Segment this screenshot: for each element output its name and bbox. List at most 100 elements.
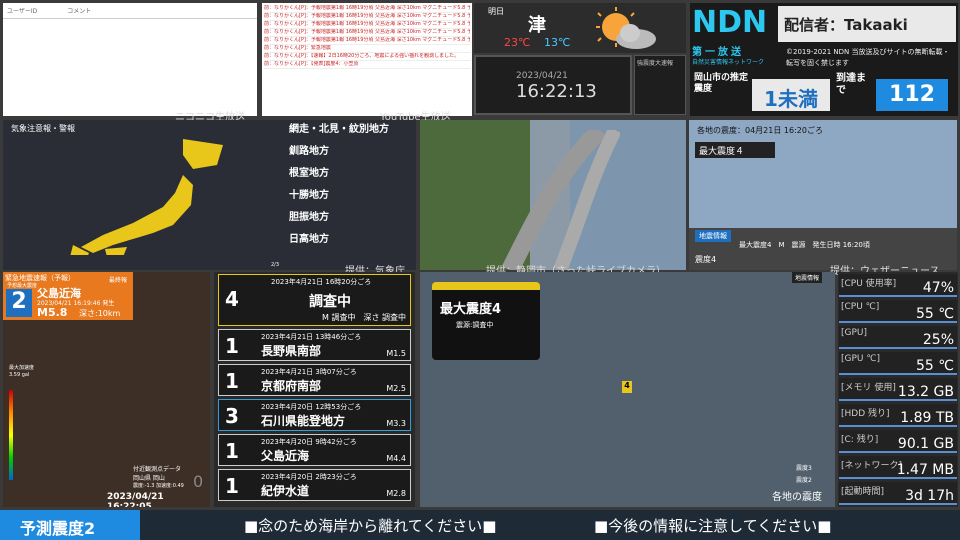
region-item: 根室地方 (289, 168, 329, 179)
ndn-logo-panel: NDN 第一放送 自然災害情報ネットワーク 配信者：Takaaki ©2019-… (690, 3, 958, 116)
arrival-label: 到達まで (836, 73, 866, 96)
legend-item: 震度2 (796, 477, 812, 484)
history-place: 調査中 (309, 294, 351, 310)
history-panel: 4 2023年4月21日 16時20分ごろ 調査中 M 調査中 深さ 調査中 1… (214, 272, 415, 507)
eew-depth: 深さ:10km (79, 309, 121, 318)
history-mag: M4.4 (386, 454, 406, 463)
stat-label: [GPU ℃] (841, 354, 880, 364)
camera-highway (501, 130, 620, 270)
stat-row: [CPU 使用率] 47% (839, 274, 957, 297)
copyright-notice: ©2019-2021 NDN 当放送及びサイトの無断転載・転写を固く禁じます (786, 48, 950, 67)
log-row: 前：なりかくん[P]：予報地震第1報 16時19分頃 父島近海 深さ10km マ… (264, 5, 470, 13)
history-time: 2023年4月21日 16時20分ごろ (271, 278, 372, 286)
history-time: 2023年4月21日 3時07分ごろ (261, 368, 357, 376)
history-mag: M1.5 (386, 349, 406, 358)
history-row[interactable]: 1 2023年4月20日 2時23分ごろ 紀伊水道 M2.8 (218, 469, 411, 501)
sun-cloud-icon (596, 7, 656, 49)
history-time: 2023年4月20日 2時23分ごろ (261, 473, 357, 481)
log-row: 前：なりかくん[P]：予報地震第1報 16時19分頃 父島近海 深さ10km マ… (264, 37, 470, 45)
clock-date: 2023/04/21 (516, 71, 568, 81)
weather-panel: 明日 津 23℃ 13℃ (474, 3, 686, 53)
region-item: 日高地方 (289, 234, 329, 245)
stat-value: 3d 17h (905, 488, 954, 504)
wn-info-line: 最大震度4 M 震源 発生日時 16:20頃 (739, 241, 870, 249)
eew-obs-place: 岡山県 岡山 (133, 475, 165, 482)
wn-title: 各地の震度：04月21日 16:20ごろ (697, 126, 823, 135)
ticker-tag: 予測震度2 (0, 510, 140, 540)
eew-pred-label: 予想最大震度 (7, 283, 38, 289)
wn-max-intensity: 最大震度４ (695, 142, 775, 158)
history-intensity: 1 (225, 369, 239, 393)
map-page: 2/3 (271, 262, 280, 268)
history-row[interactable]: 1 2023年4月20日 9時42分ごろ 父島近海 M4.4 (218, 434, 411, 466)
history-row[interactable]: 1 2023年4月21日 13時46分ごろ 長野県南部 M1.5 (218, 329, 411, 361)
warning-map-panel: 気象注意報・警報 網走・北見・紋別地方 釧路地方 根室地方 十勝地方 胆振地方 … (3, 120, 416, 270)
eew-mag: M5.8 (37, 306, 68, 319)
stat-row: [メモリ 使用] 13.2 GB (839, 378, 957, 401)
strong-motion-panel: 強震度大速報 (634, 55, 686, 115)
wn-info-tag: 地震情報 (695, 230, 731, 242)
logo-subtitle2: 自然災害情報ネットワーク (692, 59, 765, 66)
stat-label: [起動時間] (841, 487, 885, 497)
map-footer: 各地の震度 (772, 492, 822, 503)
history-intensity: 1 (225, 334, 239, 358)
map-corner-label: 地震情報 (792, 272, 823, 283)
history-row[interactable]: 3 2023年4月20日 12時53分ごろ 石川県能登地方 M3.3 (218, 399, 411, 431)
log-row: 前：なりかくん[P]：予報地震第1報 16時19分頃 父島近海 深さ10km マ… (264, 13, 470, 21)
stat-value: 47% (922, 280, 954, 296)
weather-high: 23℃ (504, 36, 531, 49)
history-row[interactable]: 1 2023年4月21日 3時07分ごろ 京都府南部 M2.5 (218, 364, 411, 396)
stat-value: 1.47 MB (896, 462, 954, 478)
stat-value: 1.89 TB (900, 410, 954, 426)
okayama-label: 岡山市の推定震度 (694, 73, 749, 94)
okayama-intensity: 1未満 (752, 79, 830, 111)
stat-row: [ネットワーク] 1.47 MB (839, 456, 957, 479)
quake-log: 前：なりかくん[P]：予報地震第1報 16時19分頃 父島近海 深さ10km マ… (262, 3, 472, 116)
history-intensity: 3 (225, 404, 239, 428)
strong-motion-label: 強震度大速報 (637, 60, 674, 67)
history-intensity: 4 (225, 287, 239, 311)
eew-legend-bar (9, 390, 13, 480)
region-item: 網走・北見・紋別地方 (289, 124, 389, 135)
weather-low: 13℃ (544, 36, 571, 49)
stat-row: [GPU] 25% (839, 326, 957, 349)
eew-obs-vals: 震度:-1.3 加速度:0.49 (133, 483, 184, 489)
stat-label: [ネットワーク] (841, 461, 903, 471)
eew-legend-title: 最大加速度 (9, 365, 35, 371)
intensity-map-panel: 最大震度4 震源:調査中 地震情報 4 震度3 震度2 各地の震度 (420, 272, 835, 507)
history-time: 2023年4月20日 9時42分ごろ (261, 438, 357, 446)
ticker-message: ■念のため海岸から離れてください■ (244, 517, 497, 535)
history-row[interactable]: 4 2023年4月21日 16時20分ごろ 調査中 M 調査中 深さ 調査中 (218, 274, 411, 326)
system-stats-panel: [CPU 使用率] 47% [CPU ℃] 55 ℃ [GPU] 25% [GPU ℃… (838, 272, 958, 507)
wn-int: 震度4 (695, 255, 717, 264)
eew-final: 最終報 (109, 277, 128, 284)
log-row: 前：なりかくん[P]：【発表]震度4：小笠原 (264, 61, 470, 69)
ndn-logo: NDN (692, 5, 768, 40)
stat-value: 13.2 GB (897, 384, 954, 400)
stat-value: 55 ℃ (916, 306, 954, 322)
arrival-countdown: 112 (876, 79, 948, 111)
history-place: 長野県南部 (261, 344, 322, 358)
history-mag: M 調査中 深さ 調査中 (322, 313, 406, 322)
eew-obs-int: 0 (193, 472, 204, 491)
weathernews-panel: 各地の震度：04月21日 16:20ごろ 最大震度４ 地震情報 最大震度4 M … (689, 120, 957, 270)
stat-row: [HDD 残り] 1.89 TB (839, 404, 957, 427)
legend-item: 震度3 (796, 465, 812, 472)
ticker-message: ■今後の情報に注意してください■ (594, 517, 832, 535)
weather-day: 明日 (488, 7, 504, 16)
stat-row: [CPU ℃] 55 ℃ (839, 300, 957, 323)
map-title: 気象注意報・警報 (11, 124, 75, 133)
stat-value: 25% (922, 332, 954, 348)
region-item: 胆振地方 (289, 212, 329, 223)
stat-label: [GPU] (841, 328, 868, 338)
history-place: 石川県能登地方 (261, 414, 346, 428)
eew-legend-val: 3.59 gal (9, 372, 30, 378)
history-mag: M3.3 (386, 419, 406, 428)
history-time: 2023年4月20日 12時53分ごろ (261, 403, 362, 411)
stat-label: [メモリ 使用] (841, 383, 896, 393)
clock-panel: 2023/04/21 16:22:13 (474, 55, 632, 115)
epicenter-status: 震源:調査中 (456, 321, 494, 329)
history-place: 紀伊水道 (261, 484, 310, 498)
stat-label: [HDD 残り] (841, 409, 890, 419)
history-mag: M2.8 (386, 489, 406, 498)
